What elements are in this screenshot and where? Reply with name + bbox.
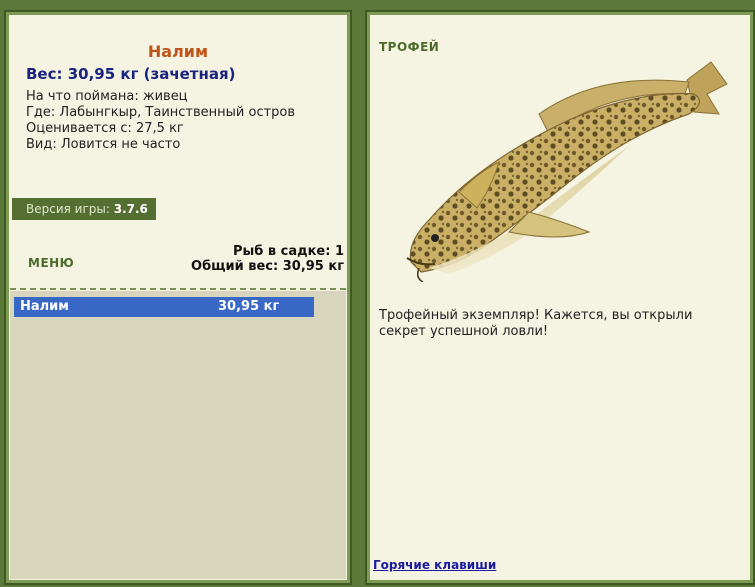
version-label: Версия игры:: [26, 202, 110, 216]
catch-weight: 30,95 кг: [218, 299, 280, 314]
catch-name: Налим: [20, 299, 69, 314]
divider: [10, 288, 346, 290]
keepnet-count: Рыб в садке: 1: [232, 244, 344, 259]
menu-button[interactable]: МЕНЮ: [28, 256, 74, 270]
catch-info-panel: Налим Вес: 30,95 кг (зачетная) На что по…: [4, 10, 352, 585]
hotkeys-link[interactable]: Горячие клавиши: [373, 558, 496, 572]
trophy-panel: ТРОФЕЙ Трофейный экземпляр! Кажется, вы …: [365, 10, 755, 585]
kind-info: Вид: Ловится не часто: [26, 137, 181, 152]
burbot-fish-image: [406, 61, 728, 282]
keepnet-summary: Рыб в садке: 1 Общий вес: 30,95 кг: [191, 244, 344, 274]
version-value: 3.7.6: [113, 202, 148, 216]
keepnet-list: [10, 291, 346, 579]
bait-info: На что поймана: живец: [26, 89, 188, 104]
game-version: Версия игры: 3.7.6: [12, 198, 156, 220]
fish-title: Налим: [147, 42, 209, 61]
trophy-message: Трофейный экземпляр! Кажется, вы открыли…: [379, 308, 693, 339]
keepnet-total: Общий вес: 30,95 кг: [191, 259, 344, 274]
location-info: Где: Лабынгкыр, Таинственный остров: [26, 105, 296, 120]
fish-weight: Вес: 30,95 кг (зачетная): [26, 65, 236, 83]
list-item[interactable]: Налим 30,95 кг: [14, 297, 314, 317]
value-info: Оценивается с: 27,5 кг: [26, 121, 184, 136]
